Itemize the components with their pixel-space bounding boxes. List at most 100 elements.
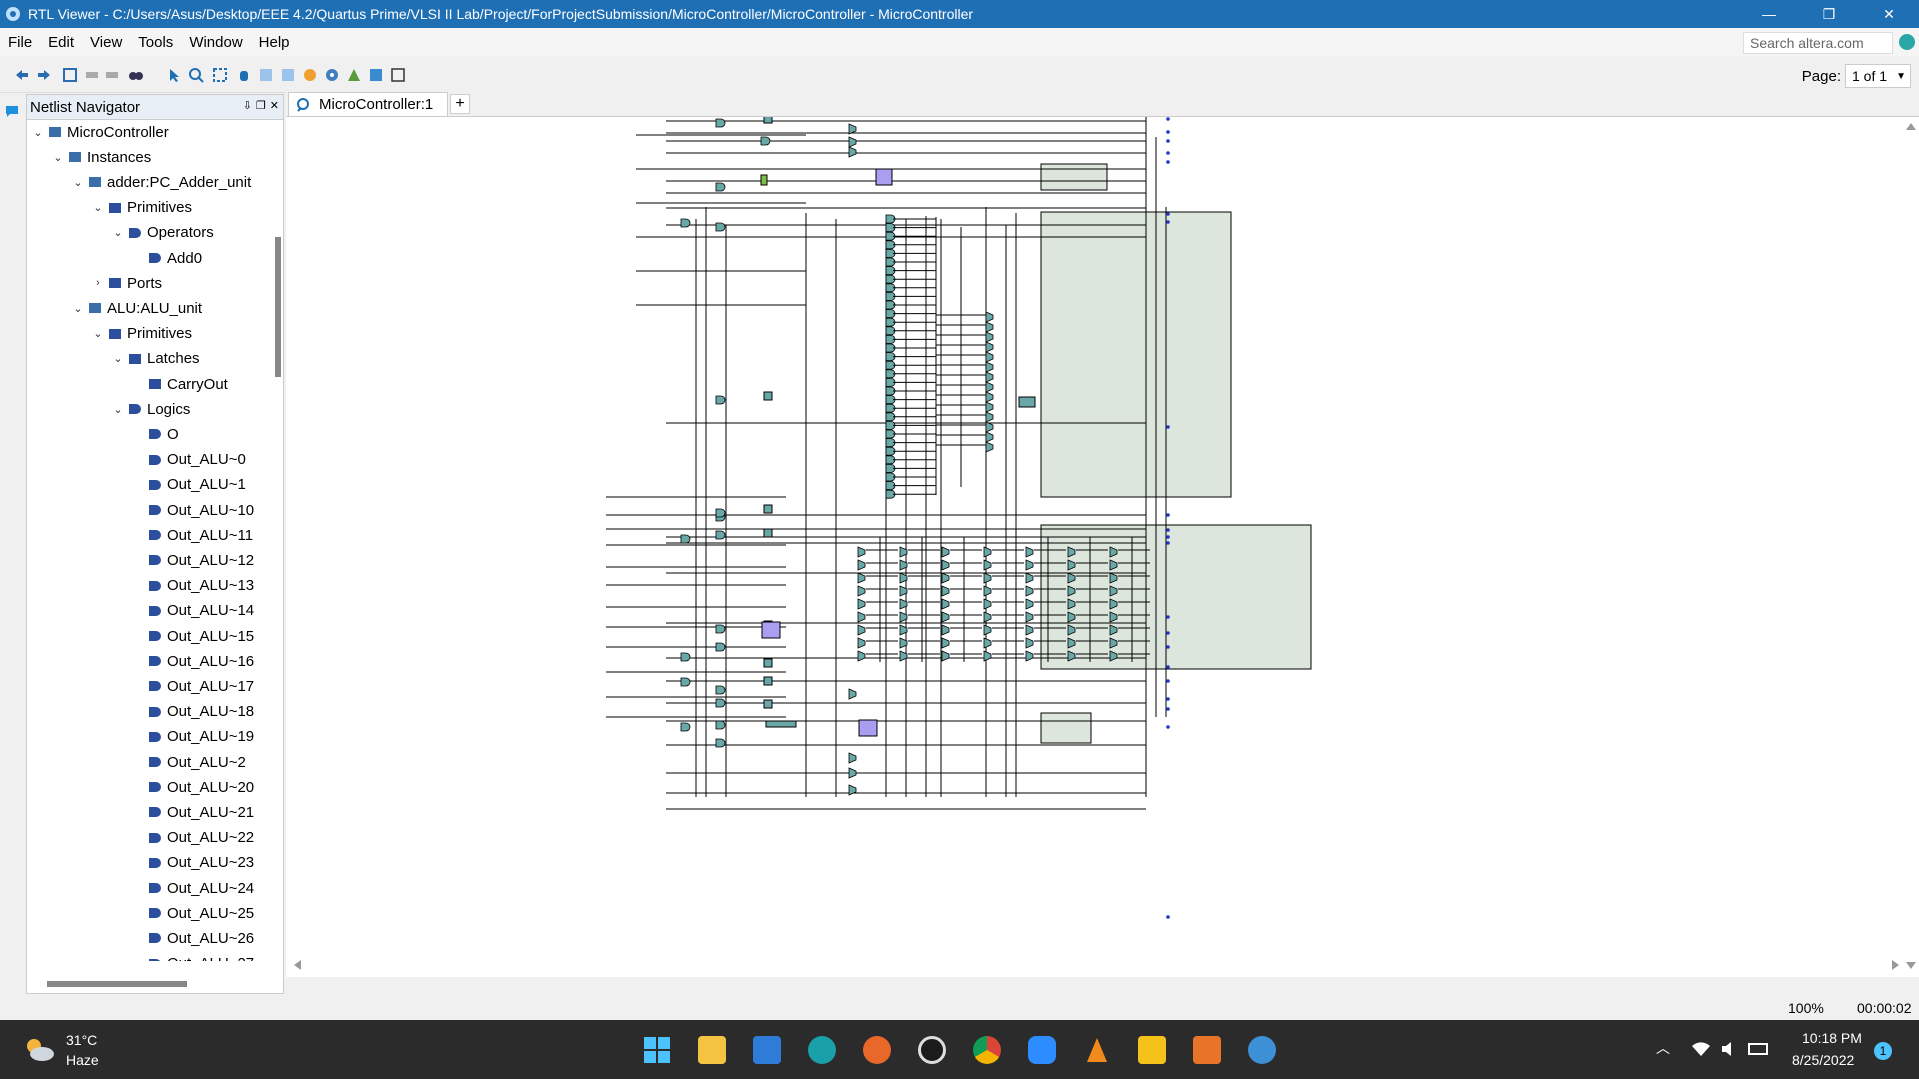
logic-gate[interactable] [715,642,726,652]
output-port[interactable] [1166,915,1170,919]
mux-node[interactable] [1025,572,1034,584]
clock-date[interactable]: 8/25/2022 [1792,1052,1854,1068]
output-port[interactable] [1166,425,1170,429]
chevron-down-icon[interactable]: ⌄ [31,126,45,139]
mux-node[interactable] [983,585,992,597]
mux-node[interactable] [1025,546,1034,558]
mux-node[interactable] [848,767,857,779]
output-port[interactable] [1166,707,1170,711]
mux-node[interactable] [848,136,857,148]
flip-flop-node[interactable] [760,174,768,186]
menu-view[interactable]: View [82,34,130,51]
player-icon[interactable] [1138,1036,1166,1064]
tree-item[interactable]: Out_ALU~11 [131,524,253,546]
logic-gate[interactable] [715,530,726,540]
weather-temp[interactable]: 31°C [66,1032,97,1048]
chevron-up-icon[interactable]: ︿ [1656,1038,1670,1058]
output-port[interactable] [1166,535,1170,539]
forward-icon[interactable] [36,67,52,83]
mux-node[interactable] [985,381,994,393]
close-button[interactable]: ✕ [1859,0,1919,28]
weather-haze-icon[interactable] [22,1034,56,1064]
tree-item[interactable]: Out_ALU~13 [131,575,254,597]
chevron-down-icon[interactable]: ⌄ [111,352,125,365]
mux-node[interactable] [983,598,992,610]
mux-node[interactable] [1025,637,1034,649]
logic-gate[interactable] [715,508,726,518]
battery-icon[interactable] [1748,1040,1770,1058]
menu-file[interactable]: File [0,34,40,51]
register-node[interactable] [763,699,773,709]
refresh-icon[interactable] [62,67,78,83]
scroll-up-icon[interactable] [1905,121,1917,131]
hierarchy-down-icon[interactable] [104,67,120,83]
register-node[interactable] [763,658,773,668]
tree-item[interactable]: ⌄ Primitives [91,323,192,345]
mux-node[interactable] [857,637,866,649]
chevron-down-icon[interactable]: ⌄ [91,327,105,340]
mux-node[interactable] [983,624,992,636]
logic-gate[interactable] [715,395,726,405]
logic-gate[interactable] [680,652,691,662]
highlight-icon[interactable] [302,67,318,83]
select-pointer-icon[interactable] [166,67,182,83]
mux-node[interactable] [857,585,866,597]
mux-node[interactable] [941,572,950,584]
output-port[interactable] [1166,615,1170,619]
logic-gate[interactable] [680,677,691,687]
tree-item[interactable]: Out_ALU~2 [131,751,246,773]
hierarchy-up-icon[interactable] [84,67,100,83]
pdf-reader-icon[interactable] [1193,1036,1221,1064]
output-port[interactable] [1166,160,1170,164]
start-icon[interactable] [643,1036,671,1064]
tree-item[interactable]: Out_ALU~15 [131,625,254,647]
tree-item[interactable]: Out_ALU~14 [131,600,254,622]
tree-item[interactable]: Out_ALU~0 [131,449,246,471]
tree-item[interactable]: Add0 [131,247,202,269]
pc-block[interactable] [1040,163,1108,191]
tree-item[interactable]: O [131,423,179,445]
output-port[interactable] [1166,665,1170,669]
logic-gate[interactable] [715,720,726,730]
mux-node[interactable] [983,572,992,584]
logic-gate[interactable] [715,118,726,128]
tree-item[interactable]: Out_ALU~23 [131,852,254,874]
mux-node[interactable] [857,598,866,610]
register-node[interactable] [765,720,797,728]
register-node[interactable] [763,676,773,686]
output-port[interactable] [1166,697,1170,701]
zoom-icon-app[interactable] [1028,1036,1056,1064]
chevron-right-icon[interactable]: › [91,277,105,289]
output-port[interactable] [1166,528,1170,532]
menu-tools[interactable]: Tools [130,34,181,51]
output-port[interactable] [1166,513,1170,517]
tree-item[interactable]: Out_ALU~19 [131,726,254,748]
output-port[interactable] [1166,139,1170,143]
vertical-scrollbar[interactable] [275,237,281,377]
volume-icon[interactable] [1720,1040,1740,1058]
mux-node[interactable] [985,311,994,323]
mux-node[interactable] [857,624,866,636]
rtl-schematic[interactable] [286,117,1919,977]
message-bubble-icon[interactable] [4,104,20,118]
mux-node[interactable] [985,431,994,443]
menu-window[interactable]: Window [181,34,250,51]
mux-node[interactable] [985,361,994,373]
tree-item[interactable]: Out_ALU~20 [131,776,254,798]
mux-node[interactable] [1025,559,1034,571]
mux-node[interactable] [857,650,866,662]
tree-item[interactable]: Out_ALU~17 [131,675,254,697]
chevron-down-icon[interactable]: ⌄ [71,302,85,315]
settings-gear-icon[interactable] [324,67,340,83]
mux-node[interactable] [985,411,994,423]
chevron-down-icon[interactable]: ⌄ [111,403,125,416]
output-port[interactable] [1166,541,1170,545]
output-port[interactable] [1166,130,1170,134]
float-icon[interactable]: ❐ [256,99,266,112]
mux-node[interactable] [985,351,994,363]
output-port[interactable] [1166,679,1170,683]
tree-item[interactable]: ⌄ ALU:ALU_unit [71,297,202,319]
logic-gate[interactable] [715,698,726,708]
schematic-canvas[interactable] [286,116,1919,977]
register-block[interactable] [875,168,893,186]
